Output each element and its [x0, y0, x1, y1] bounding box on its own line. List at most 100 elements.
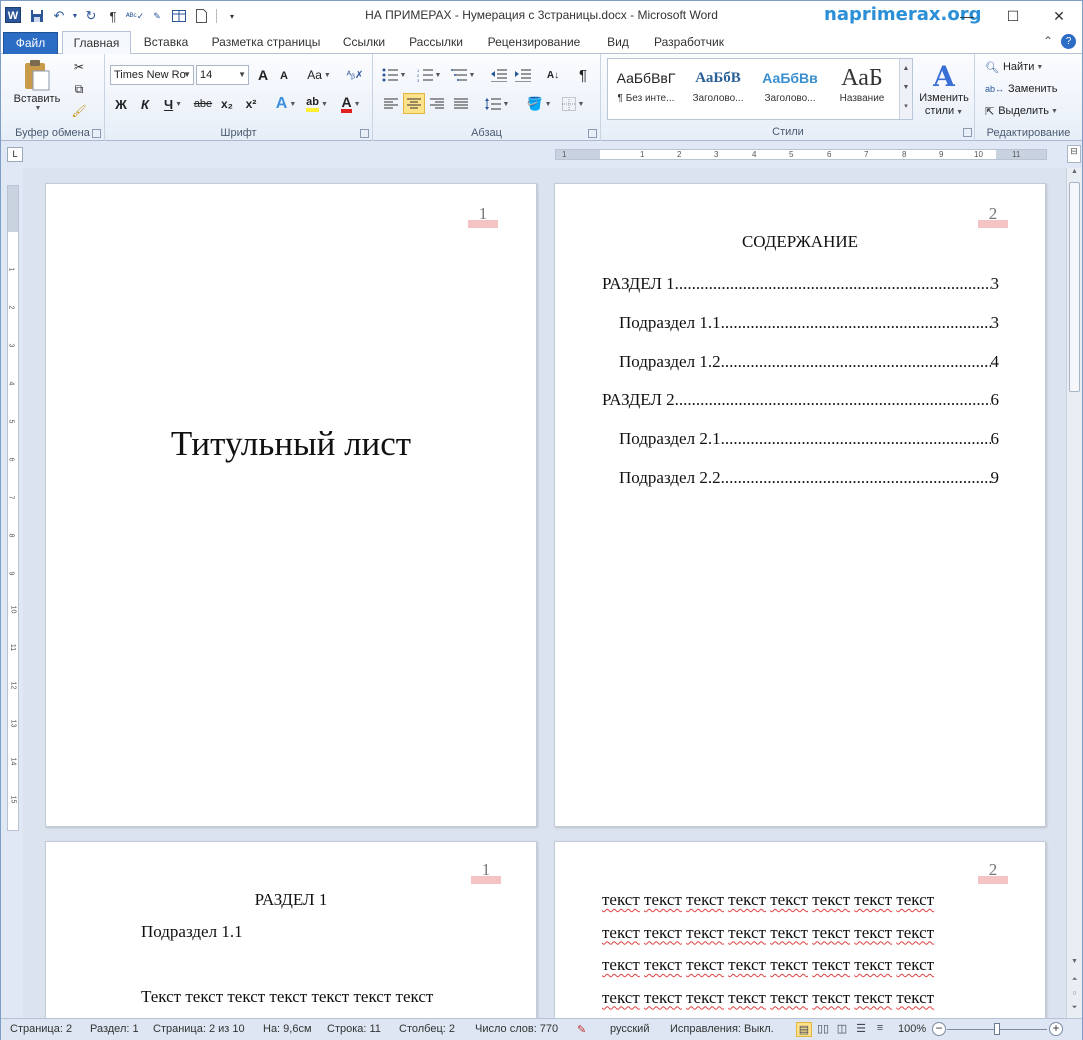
highlight-icon[interactable]: ab ▼	[303, 94, 331, 114]
superscript-button[interactable]: x²	[241, 94, 261, 114]
format-painter-icon[interactable]: 🖌	[71, 102, 87, 120]
draft-view-icon[interactable]: ≡	[872, 1022, 888, 1037]
page-3[interactable]: 1 РАЗДЕЛ 1 Подраздел 1.1 Текст текст тек…	[45, 841, 537, 1018]
replace-button[interactable]: ab↔ Заменить	[985, 80, 1065, 98]
bullets-icon[interactable]: ▼	[381, 65, 407, 85]
scroll-up-icon[interactable]: ▲	[1067, 168, 1082, 180]
change-case-button[interactable]: Aa ▼	[306, 65, 332, 85]
outline-view-icon[interactable]: ☰	[853, 1022, 869, 1037]
tab-view[interactable]: Вид	[598, 31, 638, 54]
style-no-spacing[interactable]: АаБбВвГ ¶ Без инте...	[610, 61, 682, 117]
ruler-toggle-icon[interactable]: ⊟	[1067, 145, 1081, 163]
tab-references[interactable]: Ссылки	[335, 31, 393, 54]
zoom-out-icon[interactable]: −	[932, 1022, 946, 1036]
tab-page-layout[interactable]: Разметка страницы	[204, 31, 328, 54]
cut-icon[interactable]: ✂	[71, 58, 87, 76]
tab-developer[interactable]: Разработчик	[646, 31, 732, 54]
styles-launcher-icon[interactable]	[963, 128, 972, 137]
align-center-icon[interactable]	[403, 93, 425, 114]
minimize-button[interactable]: —	[944, 1, 990, 31]
toc-entry[interactable]: Подраздел 2.1...........................…	[619, 429, 999, 449]
web-layout-icon[interactable]: ◫	[834, 1022, 850, 1037]
multilevel-list-icon[interactable]: ▼	[449, 65, 477, 85]
status-track-changes[interactable]: Исправления: Выкл.	[670, 1023, 774, 1035]
underline-button[interactable]: Ч ▼	[159, 94, 187, 114]
print-layout-icon[interactable]: ▤	[796, 1022, 812, 1037]
line-spacing-icon[interactable]: ▼	[483, 94, 511, 114]
toc-entry[interactable]: Подраздел 1.2...........................…	[619, 352, 999, 372]
strikethrough-button[interactable]: abe	[191, 94, 215, 114]
decrease-indent-icon[interactable]	[489, 65, 509, 85]
horizontal-ruler[interactable]: 1 1 2 3 4 5 6 7 8 9 10 11	[555, 149, 1047, 160]
toc-entry[interactable]: Подраздел 2.2...........................…	[619, 468, 999, 488]
document-area[interactable]: 1 Титульный лист 2 СОДЕРЖАНИЕ РАЗДЕЛ 1..…	[23, 168, 1066, 1018]
shading-icon[interactable]: 🪣 ▼	[525, 94, 553, 114]
status-line[interactable]: Строка: 11	[327, 1023, 381, 1035]
maximize-button[interactable]: ☐	[990, 1, 1036, 31]
borders-icon[interactable]: ▼	[559, 94, 587, 114]
next-page-icon[interactable]: ⏷	[1067, 1004, 1082, 1016]
help-icon[interactable]: ?	[1061, 34, 1076, 49]
font-launcher-icon[interactable]	[360, 129, 369, 138]
status-column[interactable]: Столбец: 2	[399, 1023, 455, 1035]
toc-entry[interactable]: РАЗДЕЛ 2................................…	[602, 390, 999, 410]
style-heading-2[interactable]: АаБбВв Заголово...	[754, 61, 826, 117]
show-marks-button[interactable]: ¶	[573, 65, 593, 85]
status-page[interactable]: Страница: 2	[10, 1023, 72, 1035]
page-1[interactable]: 1 Титульный лист	[45, 183, 537, 827]
shrink-font-button[interactable]: A	[275, 67, 293, 85]
grow-font-button[interactable]: A	[254, 65, 272, 85]
justify-icon[interactable]	[451, 94, 471, 114]
text-effects-icon[interactable]: A ▼	[273, 94, 299, 114]
clipboard-launcher-icon[interactable]	[92, 129, 101, 138]
zoom-in-icon[interactable]: +	[1049, 1022, 1063, 1036]
minimize-ribbon-icon[interactable]: ⌃	[1043, 34, 1053, 49]
zoom-slider-thumb[interactable]	[994, 1023, 1000, 1035]
scroll-down-icon[interactable]: ▼	[1067, 958, 1082, 970]
page-2[interactable]: 2 СОДЕРЖАНИЕ РАЗДЕЛ 1...................…	[554, 183, 1046, 827]
align-right-icon[interactable]	[427, 94, 447, 114]
proofing-icon[interactable]: ✎	[577, 1023, 586, 1036]
status-page-of[interactable]: Страница: 2 из 10	[153, 1023, 245, 1035]
align-left-icon[interactable]	[381, 94, 401, 114]
paragraph-launcher-icon[interactable]	[588, 129, 597, 138]
find-button[interactable]: 🔍︎ Найти ▼	[985, 58, 1065, 76]
font-color-icon[interactable]: A ▼	[337, 94, 365, 114]
tab-home[interactable]: Главная	[62, 31, 131, 55]
status-language[interactable]: русский	[610, 1023, 649, 1035]
page-4[interactable]: 2 текст текст текст текст текст текст те…	[554, 841, 1046, 1018]
styles-gallery-scroll[interactable]: ▲ ▼ ▾	[899, 59, 912, 119]
prev-page-icon[interactable]: ⏶	[1067, 976, 1082, 988]
bold-button[interactable]: Ж	[111, 94, 131, 114]
paste-button[interactable]: Вставить ▼	[9, 56, 65, 114]
full-screen-reading-icon[interactable]: ▯▯	[815, 1022, 831, 1037]
subscript-button[interactable]: x₂	[217, 94, 237, 114]
status-word-count[interactable]: Число слов: 770	[475, 1023, 558, 1035]
zoom-level[interactable]: 100%	[898, 1023, 926, 1035]
numbering-icon[interactable]: 1 2 3 ▼	[415, 65, 443, 85]
browse-object-icon[interactable]: ○	[1067, 990, 1082, 1002]
status-position[interactable]: На: 9,6см	[263, 1023, 312, 1035]
copy-icon[interactable]: ⧉	[71, 80, 87, 98]
style-title[interactable]: АаБ Название	[826, 61, 898, 117]
change-styles-button[interactable]: A Изменить стили ▼	[915, 58, 973, 122]
font-name-combo[interactable]: Times New Ro ▼	[110, 65, 194, 85]
tab-file[interactable]: Файл	[3, 32, 58, 54]
select-button[interactable]: ⇱ Выделить ▼	[985, 102, 1065, 120]
vertical-ruler[interactable]: 1 2 3 4 5 6 7 8 9 10 11 12 13 14 15	[7, 185, 19, 831]
sort-icon[interactable]: A↓	[543, 65, 563, 85]
style-heading-1[interactable]: АаБбВ Заголово...	[682, 61, 754, 117]
toc-entry[interactable]: РАЗДЕЛ 1................................…	[602, 274, 999, 294]
italic-button[interactable]: К	[135, 94, 155, 114]
status-section[interactable]: Раздел: 1	[90, 1023, 139, 1035]
tab-review[interactable]: Рецензирование	[479, 31, 589, 54]
tab-mailings[interactable]: Рассылки	[401, 31, 471, 54]
tab-insert[interactable]: Вставка	[135, 31, 197, 54]
font-size-combo[interactable]: 14 ▼	[196, 65, 249, 85]
tab-selector-icon[interactable]: L	[7, 147, 23, 162]
increase-indent-icon[interactable]	[513, 65, 533, 85]
vertical-scrollbar[interactable]: ▲ ▼ ⏶ ○ ⏷	[1066, 168, 1082, 1018]
scrollbar-thumb[interactable]	[1069, 182, 1080, 392]
clear-formatting-icon[interactable]: ᴬᵦ✗	[345, 65, 365, 85]
toc-entry[interactable]: Подраздел 1.1...........................…	[619, 313, 999, 333]
